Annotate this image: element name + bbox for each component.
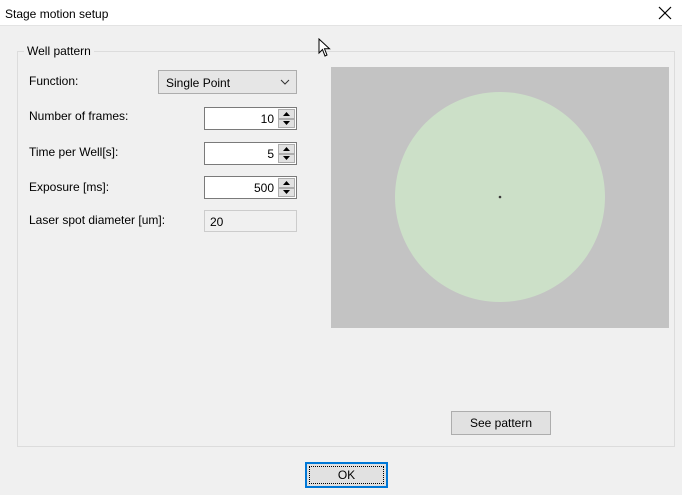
arrow-up-icon — [283, 180, 290, 185]
ok-button-label: OK — [309, 466, 384, 484]
exposure-up-button[interactable] — [278, 178, 295, 188]
time-per-well-value: 5 — [267, 147, 274, 161]
number-of-frames-up-button[interactable] — [278, 109, 295, 119]
close-icon — [658, 6, 672, 20]
arrow-up-icon — [283, 146, 290, 151]
title-bar: Stage motion setup — [0, 0, 682, 26]
exposure-label: Exposure [ms]: — [29, 180, 110, 194]
time-per-well-spin-buttons — [278, 144, 295, 163]
number-of-frames-spin-buttons — [278, 109, 295, 128]
mouse-cursor-icon — [318, 38, 331, 57]
exposure-down-button[interactable] — [278, 187, 295, 197]
well-pattern-title: Well pattern — [24, 44, 94, 58]
laser-spot-diameter-field: 20 — [204, 210, 297, 232]
number-of-frames-spinbox[interactable]: 10 — [204, 107, 297, 130]
function-label: Function: — [29, 74, 79, 88]
exposure-spinbox[interactable]: 500 — [204, 176, 297, 199]
function-selected-value: Single Point — [166, 76, 231, 90]
window-title: Stage motion setup — [5, 7, 109, 21]
exposure-value: 500 — [253, 181, 274, 195]
arrow-down-icon — [283, 190, 290, 195]
laser-spot-diameter-value: 20 — [210, 215, 224, 229]
time-per-well-spinbox[interactable]: 5 — [204, 142, 297, 165]
time-per-well-up-button[interactable] — [278, 144, 295, 154]
number-of-frames-value: 10 — [260, 112, 274, 126]
arrow-down-icon — [283, 156, 290, 161]
number-of-frames-down-button[interactable] — [278, 118, 295, 128]
function-select[interactable]: Single Point — [158, 70, 297, 94]
arrow-up-icon — [283, 111, 290, 116]
well-pattern-preview — [331, 67, 669, 328]
ok-button[interactable]: OK — [305, 462, 388, 488]
time-per-well-label: Time per Well[s]: — [29, 145, 119, 159]
close-button[interactable] — [648, 0, 682, 26]
exposure-spin-buttons — [278, 178, 295, 197]
number-of-frames-label: Number of frames: — [29, 109, 129, 123]
laser-spot-diameter-label: Laser spot diameter [um]: — [29, 213, 166, 227]
time-per-well-down-button[interactable] — [278, 153, 295, 163]
see-pattern-button[interactable]: See pattern — [451, 411, 551, 435]
stage-motion-setup-dialog: Stage motion setup Well pattern Function… — [0, 0, 682, 495]
chevron-down-icon — [280, 79, 290, 85]
sample-point — [498, 195, 502, 199]
arrow-down-icon — [283, 121, 290, 126]
well-preview-canvas — [395, 92, 605, 302]
